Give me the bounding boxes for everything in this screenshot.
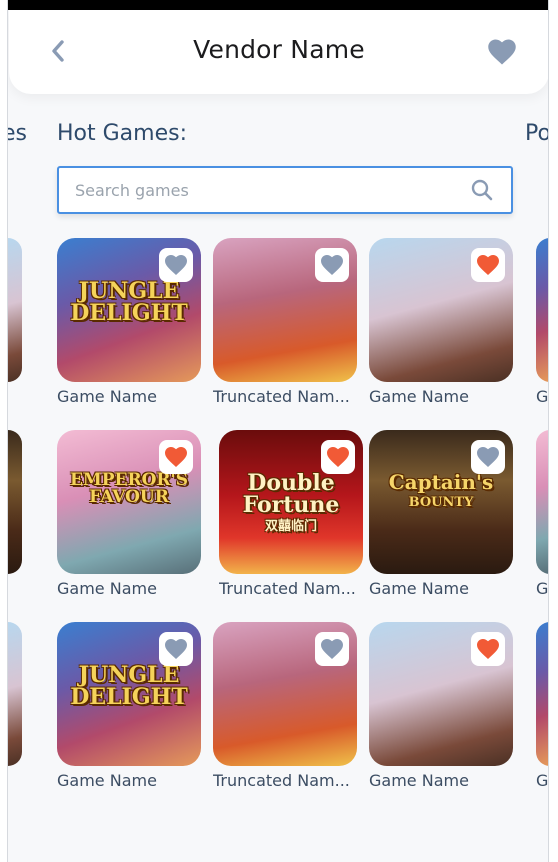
app-screen: Vendor Name es Hot Games: Po G JUNGLE DEL…: [7, 0, 549, 862]
game-name: Game Name: [369, 579, 469, 598]
heart-icon: [477, 447, 499, 467]
game-card[interactable]: JUNGLE DELIGHT Game Name: [57, 622, 203, 798]
game-art-title: JUNGLE DELIGHT: [70, 278, 188, 326]
favorite-button[interactable]: [159, 632, 193, 666]
game-art-title: Double Fortune 双囍临门: [242, 470, 340, 534]
tab-next[interactable]: Po: [525, 121, 548, 146]
favorite-button[interactable]: [159, 248, 193, 282]
game-card[interactable]: JUNGLE DELIGHT Game Name: [57, 238, 203, 414]
game-name: Game Name: [57, 387, 157, 406]
game-card[interactable]: Double Fortune 双囍临门 Truncated Nam...: [219, 430, 365, 606]
game-name: Game Name: [57, 771, 157, 790]
offscreen-game-name: G: [536, 579, 549, 598]
game-card[interactable]: Captain's BOUNTY Game Name: [369, 430, 515, 606]
game-card[interactable]: EMPEROR'S FAVOUR Game Name: [57, 430, 203, 606]
offscreen-game-name: G: [536, 771, 549, 790]
favorite-button[interactable]: [471, 440, 505, 474]
favorite-button[interactable]: [315, 632, 349, 666]
favorite-button[interactable]: [321, 440, 355, 474]
heart-icon: [165, 447, 187, 467]
offscreen-game-name: G: [536, 387, 549, 406]
offscreen-game-card-left[interactable]: [8, 622, 22, 766]
game-name: Game Name: [57, 579, 157, 598]
game-card[interactable]: Game Name: [369, 238, 515, 414]
favorite-button[interactable]: [159, 440, 193, 474]
search-icon[interactable]: [471, 179, 493, 201]
game-card[interactable]: Truncated Nam...: [213, 238, 359, 414]
status-bar: [8, 0, 548, 10]
offscreen-game-card-right[interactable]: [536, 430, 548, 574]
offscreen-game-card-right[interactable]: [536, 622, 548, 766]
game-name: Truncated Nam...: [219, 579, 356, 598]
tab-previous[interactable]: es: [8, 121, 27, 146]
game-card[interactable]: Truncated Nam...: [213, 622, 359, 798]
heart-icon: [321, 639, 343, 659]
offscreen-game-card-left[interactable]: [8, 430, 22, 574]
heart-icon: [321, 255, 343, 275]
game-name: Game Name: [369, 771, 469, 790]
search-input[interactable]: [75, 168, 465, 212]
heart-icon: [477, 255, 499, 275]
game-name: Truncated Nam...: [213, 387, 350, 406]
page-title: Vendor Name: [193, 35, 365, 64]
heart-icon: [165, 639, 187, 659]
offscreen-game-card-left[interactable]: [8, 238, 22, 382]
favorite-button[interactable]: [315, 248, 349, 282]
heart-icon: [327, 447, 349, 467]
search-bar: [57, 166, 513, 214]
game-name: Game Name: [369, 387, 469, 406]
tab-hot-games[interactable]: Hot Games:: [57, 121, 187, 146]
game-card[interactable]: Game Name: [369, 622, 515, 798]
game-art-title: Captain's BOUNTY: [388, 470, 494, 510]
heart-icon: [477, 639, 499, 659]
game-art-title: JUNGLE DELIGHT: [70, 662, 188, 710]
game-art-title: EMPEROR'S FAVOUR: [69, 470, 189, 507]
game-name: Truncated Nam...: [213, 771, 350, 790]
favorite-button[interactable]: [471, 248, 505, 282]
top-bar: Vendor Name: [9, 10, 548, 94]
heart-icon: [165, 255, 187, 275]
favorite-button[interactable]: [471, 632, 505, 666]
vendor-favorite-button[interactable]: [487, 38, 517, 66]
offscreen-game-card-right[interactable]: [536, 238, 548, 382]
heart-icon: [488, 39, 516, 65]
